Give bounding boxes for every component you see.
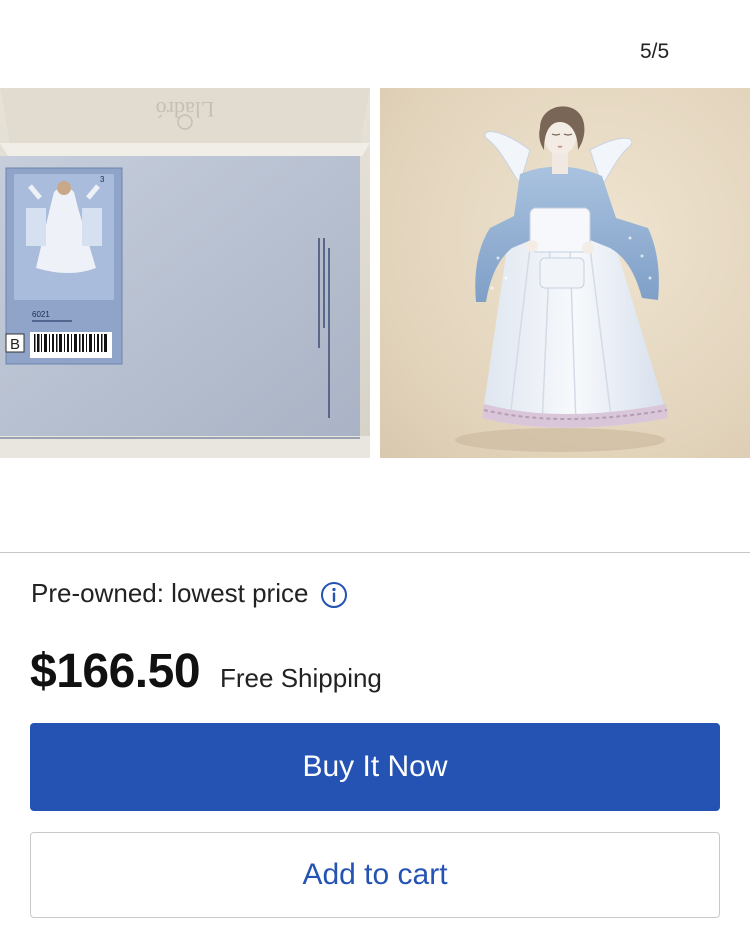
condition-row: Pre-owned: lowest price: [31, 577, 348, 609]
condition-label: Pre-owned: lowest price: [31, 577, 309, 608]
price-row: $166.50 Free Shipping: [30, 644, 382, 699]
angel-figurine-illustration: [455, 106, 668, 452]
box-lid-logo: Lladró: [156, 97, 215, 122]
box-size-letter: B: [10, 336, 20, 353]
gallery-image-angel[interactable]: [380, 88, 750, 458]
add-to-cart-button[interactable]: Add to cart: [30, 832, 720, 918]
buy-it-now-button[interactable]: Buy It Now: [30, 723, 720, 811]
section-divider: [0, 552, 750, 553]
item-price: $166.50: [30, 645, 201, 698]
gallery-image-box[interactable]: Lladró 3 6021 B: [0, 88, 370, 458]
box-illustration: Lladró 3 6021 B: [0, 88, 370, 458]
shipping-info: Free Shipping: [220, 663, 382, 693]
image-gallery[interactable]: Lladró 3 6021 B: [0, 88, 750, 458]
svg-text:3: 3: [100, 175, 105, 184]
image-counter: 5/5: [640, 40, 670, 63]
box-item-number: 6021: [32, 310, 50, 319]
info-icon[interactable]: [320, 581, 348, 609]
